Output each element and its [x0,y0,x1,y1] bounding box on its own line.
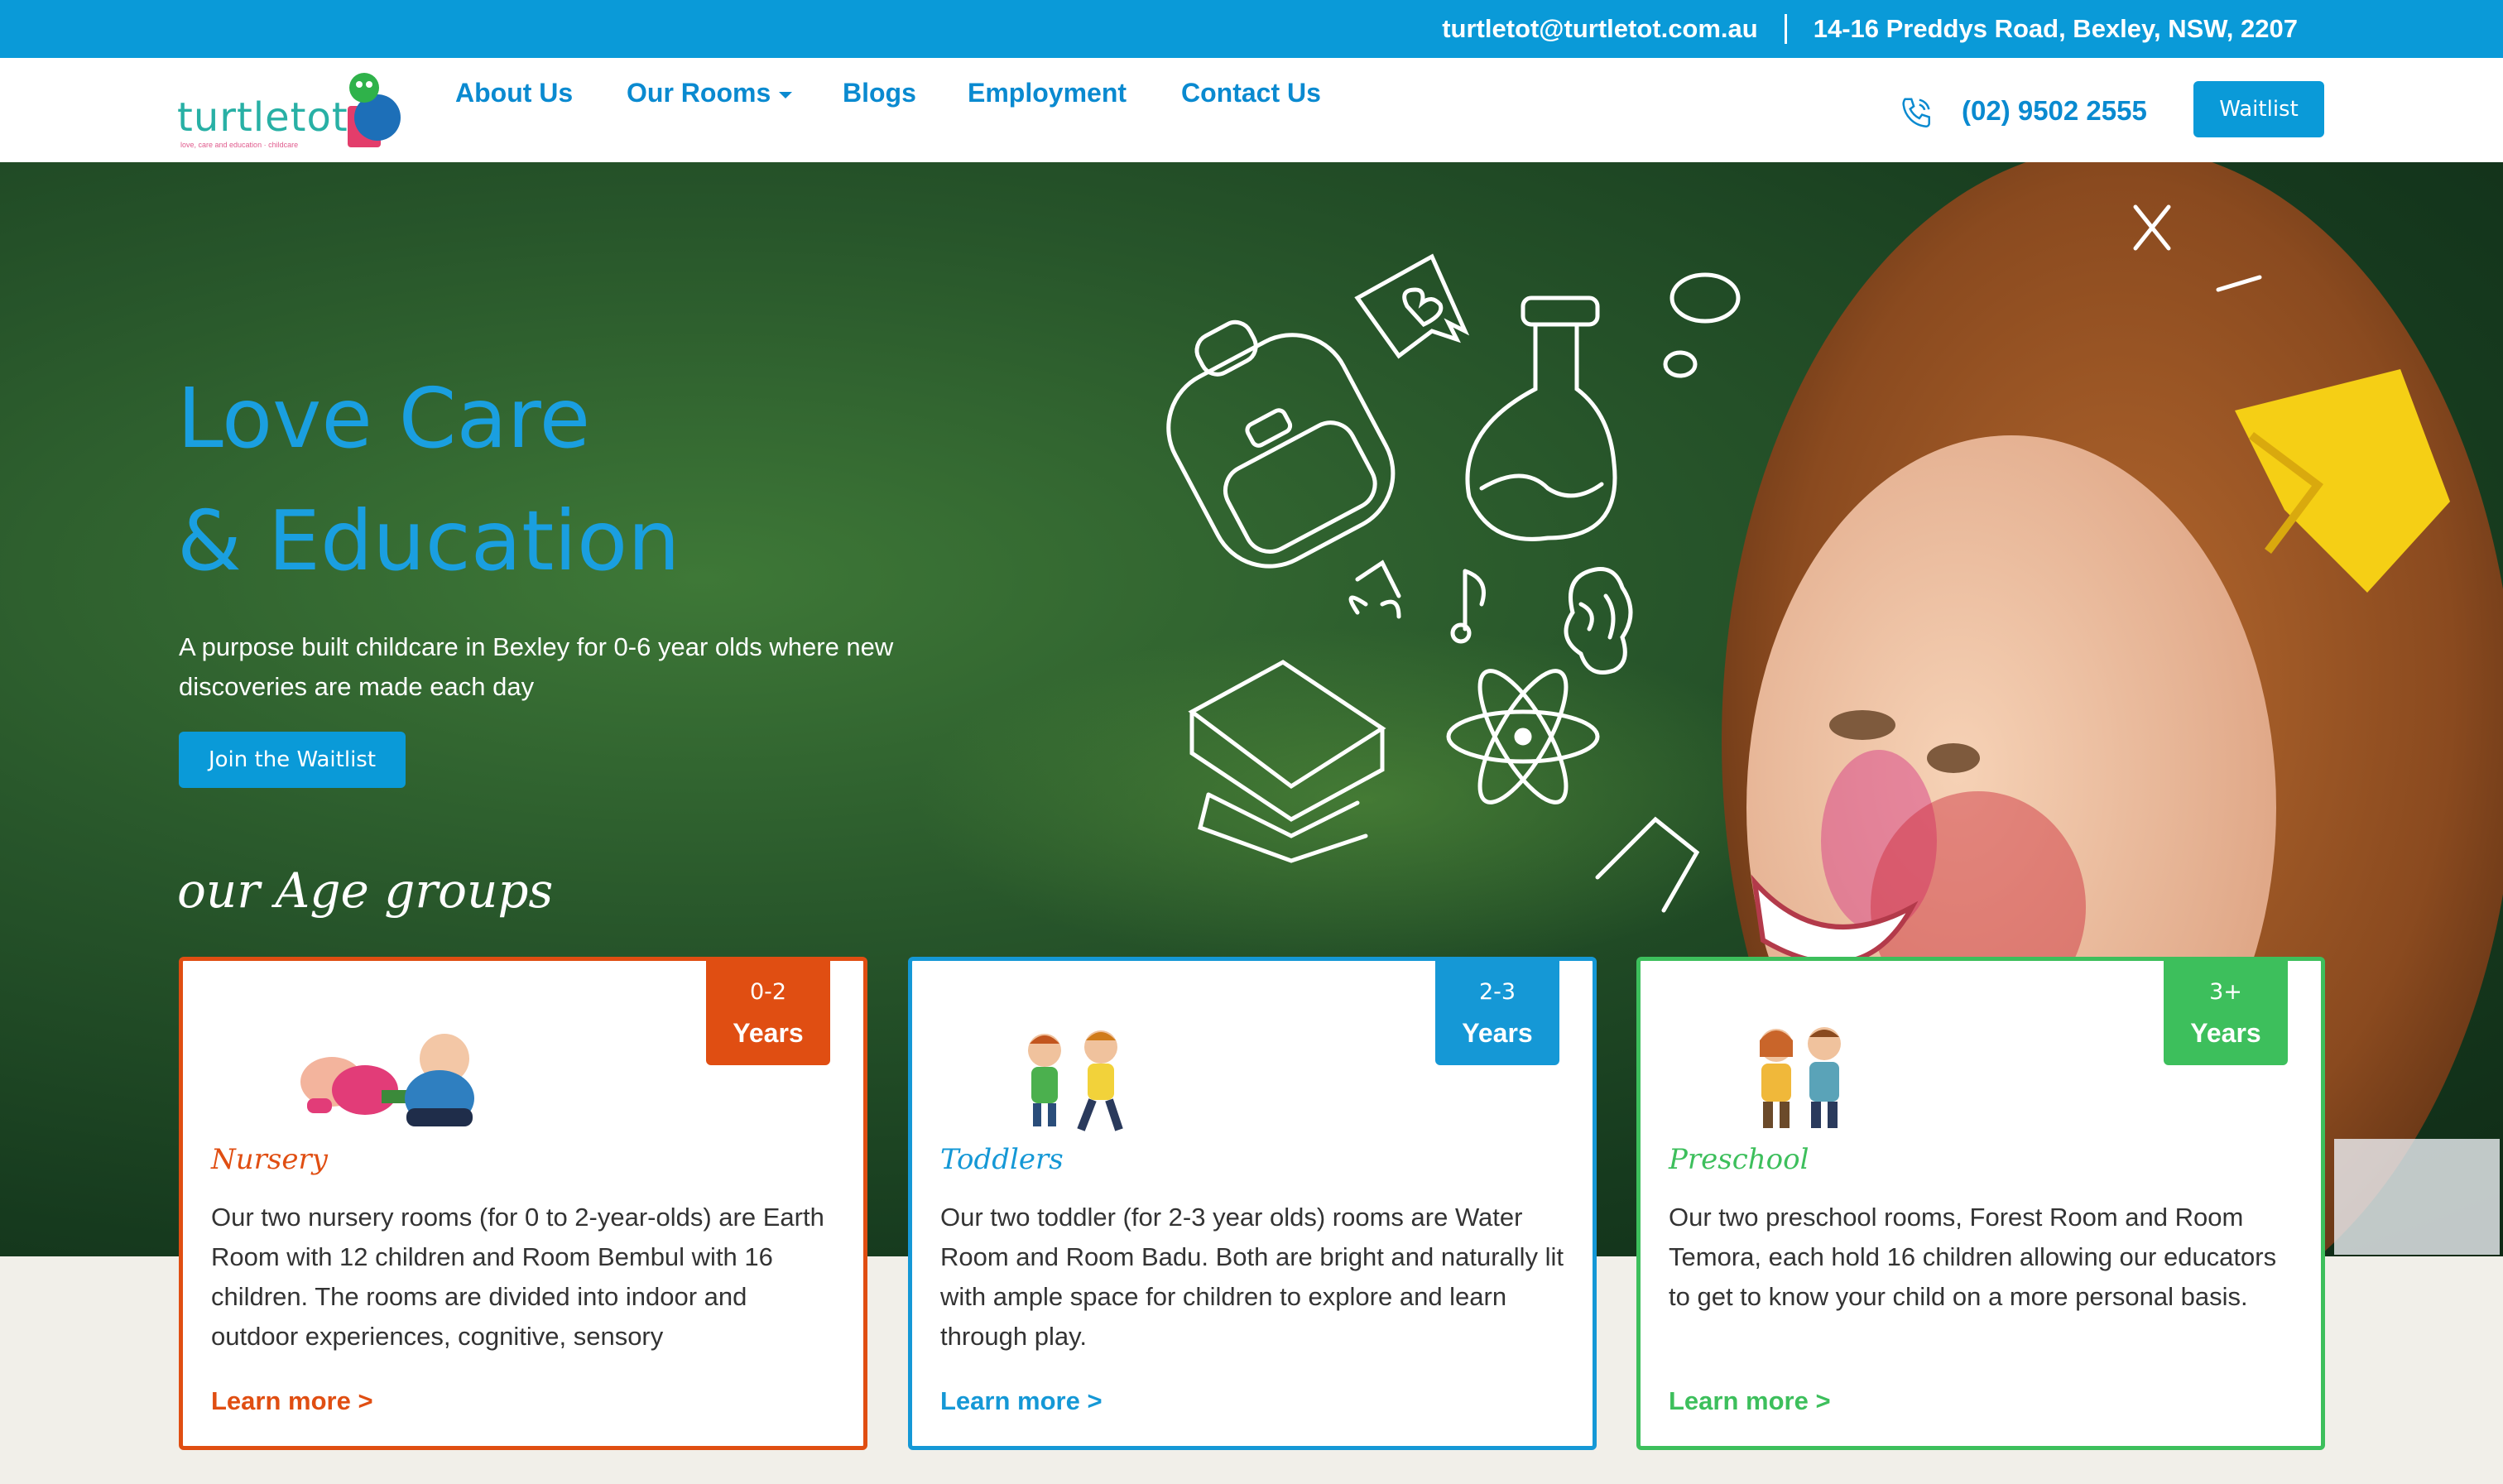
age-groups-heading: our Age groups [177,862,554,919]
age-range: 2-3 [1478,979,1516,1005]
address-text: 14-16 Preddys Road, Bexley, NSW, 2207 [1813,14,2298,43]
card-title: Nursery [211,1143,328,1176]
age-years: Years [733,1018,804,1048]
join-waitlist-button[interactable]: Join the Waitlist [179,732,406,788]
top-contact-bar: turtletot@turtletot.com.au 14-16 Preddys… [0,0,2503,58]
turtle-logo-icon [348,73,401,147]
babies-illustration [300,1034,474,1126]
card-toddlers: 2-3 Years Toddlers Our two toddler (for … [908,957,1597,1450]
hero-title-line1: Love Care [177,370,591,467]
nav-contact-us[interactable]: Contact Us [1181,78,1321,108]
phone-link[interactable]: (02) 9502 2555 [1962,95,2147,127]
nav-blogs[interactable]: Blogs [843,78,916,108]
card-preschool: 3+ Years Preschool Our two preschool roo… [1636,957,2325,1450]
nav-our-rooms-label: Our Rooms [627,78,771,108]
learn-more-link[interactable]: Learn more > [940,1386,1103,1416]
toddlers-illustration [1028,1030,1123,1131]
nav-our-rooms[interactable]: Our Rooms [627,78,793,108]
nav-employment[interactable]: Employment [968,78,1127,108]
age-range: 3+ [2209,979,2242,1005]
age-years: Years [1462,1018,1533,1048]
card-title: Toddlers [940,1143,1064,1176]
age-badge: 0-2 Years [706,961,830,1065]
divider [1784,14,1787,44]
logo[interactable]: turtletot love, care and education · chi… [177,70,402,152]
phone-icon [1902,98,1930,127]
navbar: turtletot love, care and education · chi… [0,58,2503,162]
hero-subtitle: A purpose built childcare in Bexley for … [179,632,894,701]
age-badge: 2-3 Years [1435,961,1559,1065]
age-badge: 3+ Years [2164,961,2288,1065]
card-description: Our two nursery rooms (for 0 to 2-year-o… [211,1203,824,1351]
preschoolers-illustration [1760,1027,1841,1128]
card-description: Our two preschool rooms, Forest Room and… [1669,1203,2277,1311]
age-range: 0-2 [749,979,787,1005]
email-link[interactable]: turtletot@turtletot.com.au [1442,14,1758,44]
waitlist-button[interactable]: Waitlist [2193,81,2324,137]
logo-text: turtletot [177,94,348,141]
card-title: Preschool [1669,1143,1809,1176]
card-description: Our two toddler (for 2-3 year olds) room… [940,1203,1564,1351]
logo-tagline: love, care and education · childcare [180,141,299,149]
card-nursery: 0-2 Years Nursery Our two nursery rooms … [179,957,867,1450]
age-years: Years [2190,1018,2261,1048]
learn-more-link[interactable]: Learn more > [211,1386,373,1416]
learn-more-link[interactable]: Learn more > [1669,1386,1831,1416]
caret-down-icon [779,91,793,98]
hero-title-line2: & Education [177,492,680,589]
nav-about-us[interactable]: About Us [455,78,573,108]
